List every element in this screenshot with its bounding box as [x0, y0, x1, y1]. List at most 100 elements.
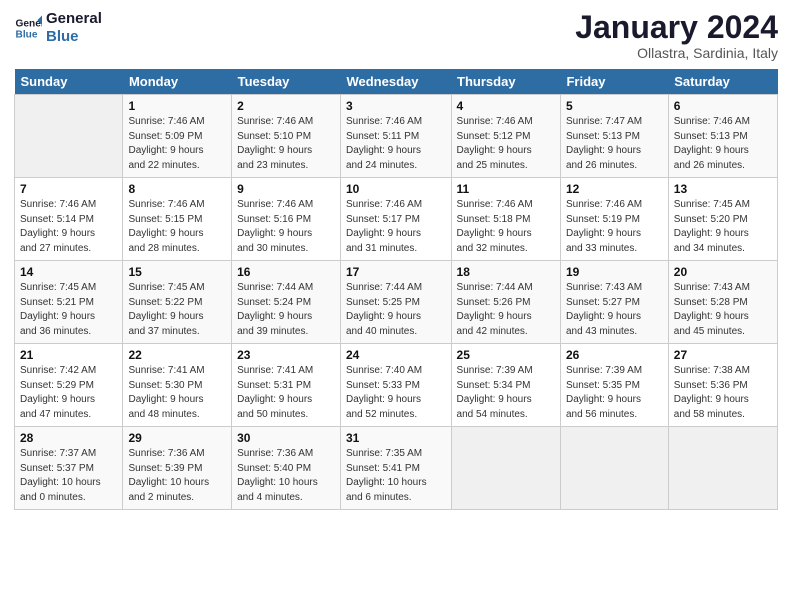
calendar-cell: 21 Sunrise: 7:42 AM Sunset: 5:29 PM Dayli… [15, 344, 123, 427]
day-number: 15 [128, 265, 226, 279]
day-number: 13 [674, 182, 772, 196]
day-info: Sunrise: 7:45 AM Sunset: 5:21 PM Dayligh… [20, 281, 117, 339]
day-info: Sunrise: 7:41 AM Sunset: 5:31 PM Dayligh… [237, 364, 335, 422]
day-info: Sunrise: 7:46 AM Sunset: 5:18 PM Dayligh… [457, 198, 555, 256]
calendar-cell: 29 Sunrise: 7:36 AM Sunset: 5:39 PM Dayli… [123, 427, 232, 510]
calendar-table: SundayMondayTuesdayWednesdayThursdayFrid… [14, 69, 778, 510]
day-info: Sunrise: 7:46 AM Sunset: 5:17 PM Dayligh… [346, 198, 446, 256]
calendar-cell: 16Sunrise: 7:44 AM Sunset: 5:24 PM Dayli… [232, 261, 341, 344]
day-header-tuesday: Tuesday [232, 69, 341, 95]
day-info: Sunrise: 7:37 AM Sunset: 5:37 PM Dayligh… [20, 447, 117, 505]
calendar-cell: 3Sunrise: 7:46 AM Sunset: 5:11 PM Daylig… [340, 95, 451, 178]
calendar-cell: 30 Sunrise: 7:36 AM Sunset: 5:40 PM Dayli… [232, 427, 341, 510]
day-info: Sunrise: 7:44 AM Sunset: 5:26 PM Dayligh… [457, 281, 555, 339]
day-info: Sunrise: 7:44 AM Sunset: 5:24 PM Dayligh… [237, 281, 335, 339]
day-number: 31 [346, 431, 446, 445]
day-number: 10 [346, 182, 446, 196]
logo: General Blue General Blue [14, 10, 102, 46]
day-number: 25 [457, 348, 555, 362]
day-info: Sunrise: 7:43 AM Sunset: 5:27 PM Dayligh… [566, 281, 663, 339]
calendar-cell: 8Sunrise: 7:46 AM Sunset: 5:15 PM Daylig… [123, 178, 232, 261]
day-header-saturday: Saturday [668, 69, 777, 95]
day-number: 6 [674, 99, 772, 113]
day-number: 11 [457, 182, 555, 196]
calendar-cell: 18 Sunrise: 7:44 AM Sunset: 5:26 PM Dayli… [451, 261, 560, 344]
header-row: SundayMondayTuesdayWednesdayThursdayFrid… [15, 69, 778, 95]
calendar-cell: 22 Sunrise: 7:41 AM Sunset: 5:30 PM Dayli… [123, 344, 232, 427]
calendar-cell: 28 Sunrise: 7:37 AM Sunset: 5:37 PM Dayli… [15, 427, 123, 510]
day-number: 18 [457, 265, 555, 279]
calendar-cell: 1 Sunrise: 7:46 AM Sunset: 5:09 PM Daylig… [123, 95, 232, 178]
day-info: Sunrise: 7:36 AM Sunset: 5:39 PM Dayligh… [128, 447, 226, 505]
day-number: 28 [20, 431, 117, 445]
day-info: Sunrise: 7:46 AM Sunset: 5:09 PM Dayligh… [128, 115, 226, 173]
day-info: Sunrise: 7:46 AM Sunset: 5:19 PM Dayligh… [566, 198, 663, 256]
logo-line2: Blue [46, 28, 102, 46]
day-header-friday: Friday [560, 69, 668, 95]
day-number: 5 [566, 99, 663, 113]
calendar-cell [560, 427, 668, 510]
day-number: 21 [20, 348, 117, 362]
day-info: Sunrise: 7:46 AM Sunset: 5:15 PM Dayligh… [128, 198, 226, 256]
calendar-cell: 31 Sunrise: 7:35 AM Sunset: 5:41 PM Dayli… [340, 427, 451, 510]
day-number: 20 [674, 265, 772, 279]
day-info: Sunrise: 7:46 AM Sunset: 5:11 PM Dayligh… [346, 115, 446, 173]
calendar-cell [451, 427, 560, 510]
day-number: 30 [237, 431, 335, 445]
day-info: Sunrise: 7:35 AM Sunset: 5:41 PM Dayligh… [346, 447, 446, 505]
calendar-cell: 23 Sunrise: 7:41 AM Sunset: 5:31 PM Dayli… [232, 344, 341, 427]
calendar-cell [668, 427, 777, 510]
calendar-cell: 7 Sunrise: 7:46 AM Sunset: 5:14 PM Daylig… [15, 178, 123, 261]
day-number: 29 [128, 431, 226, 445]
calendar-cell: 19 Sunrise: 7:43 AM Sunset: 5:27 PM Dayli… [560, 261, 668, 344]
month-title: January 2024 [575, 10, 778, 45]
day-info: Sunrise: 7:42 AM Sunset: 5:29 PM Dayligh… [20, 364, 117, 422]
calendar-cell: 27Sunrise: 7:38 AM Sunset: 5:36 PM Dayli… [668, 344, 777, 427]
day-info: Sunrise: 7:44 AM Sunset: 5:25 PM Dayligh… [346, 281, 446, 339]
calendar-cell: 6 Sunrise: 7:46 AM Sunset: 5:13 PM Daylig… [668, 95, 777, 178]
day-info: Sunrise: 7:39 AM Sunset: 5:35 PM Dayligh… [566, 364, 663, 422]
title-block: January 2024 Ollastra, Sardinia, Italy [575, 10, 778, 61]
calendar-cell: 26 Sunrise: 7:39 AM Sunset: 5:35 PM Dayli… [560, 344, 668, 427]
day-info: Sunrise: 7:46 AM Sunset: 5:13 PM Dayligh… [674, 115, 772, 173]
day-info: Sunrise: 7:47 AM Sunset: 5:13 PM Dayligh… [566, 115, 663, 173]
week-row-0: 1 Sunrise: 7:46 AM Sunset: 5:09 PM Daylig… [15, 95, 778, 178]
day-info: Sunrise: 7:46 AM Sunset: 5:14 PM Dayligh… [20, 198, 117, 256]
calendar-cell: 15 Sunrise: 7:45 AM Sunset: 5:22 PM Dayli… [123, 261, 232, 344]
week-row-3: 21 Sunrise: 7:42 AM Sunset: 5:29 PM Dayli… [15, 344, 778, 427]
day-number: 23 [237, 348, 335, 362]
calendar-cell: 11 Sunrise: 7:46 AM Sunset: 5:18 PM Dayli… [451, 178, 560, 261]
day-number: 1 [128, 99, 226, 113]
day-info: Sunrise: 7:36 AM Sunset: 5:40 PM Dayligh… [237, 447, 335, 505]
day-number: 24 [346, 348, 446, 362]
day-number: 17 [346, 265, 446, 279]
day-info: Sunrise: 7:38 AM Sunset: 5:36 PM Dayligh… [674, 364, 772, 422]
week-row-1: 7 Sunrise: 7:46 AM Sunset: 5:14 PM Daylig… [15, 178, 778, 261]
day-header-wednesday: Wednesday [340, 69, 451, 95]
day-number: 9 [237, 182, 335, 196]
day-info: Sunrise: 7:41 AM Sunset: 5:30 PM Dayligh… [128, 364, 226, 422]
day-info: Sunrise: 7:43 AM Sunset: 5:28 PM Dayligh… [674, 281, 772, 339]
calendar-cell: 12Sunrise: 7:46 AM Sunset: 5:19 PM Dayli… [560, 178, 668, 261]
page-container: General Blue General Blue January 2024 O… [0, 0, 792, 520]
day-number: 14 [20, 265, 117, 279]
header: General Blue General Blue January 2024 O… [14, 10, 778, 61]
day-number: 2 [237, 99, 335, 113]
day-info: Sunrise: 7:39 AM Sunset: 5:34 PM Dayligh… [457, 364, 555, 422]
day-info: Sunrise: 7:46 AM Sunset: 5:10 PM Dayligh… [237, 115, 335, 173]
day-number: 7 [20, 182, 117, 196]
calendar-cell: 20 Sunrise: 7:43 AM Sunset: 5:28 PM Dayli… [668, 261, 777, 344]
calendar-cell: 14 Sunrise: 7:45 AM Sunset: 5:21 PM Dayli… [15, 261, 123, 344]
calendar-cell: 4Sunrise: 7:46 AM Sunset: 5:12 PM Daylig… [451, 95, 560, 178]
day-number: 19 [566, 265, 663, 279]
day-info: Sunrise: 7:45 AM Sunset: 5:22 PM Dayligh… [128, 281, 226, 339]
day-number: 22 [128, 348, 226, 362]
subtitle: Ollastra, Sardinia, Italy [575, 45, 778, 61]
day-info: Sunrise: 7:46 AM Sunset: 5:16 PM Dayligh… [237, 198, 335, 256]
calendar-cell [15, 95, 123, 178]
calendar-cell: 25 Sunrise: 7:39 AM Sunset: 5:34 PM Dayli… [451, 344, 560, 427]
day-number: 26 [566, 348, 663, 362]
svg-text:Blue: Blue [16, 29, 38, 40]
calendar-cell: 10 Sunrise: 7:46 AM Sunset: 5:17 PM Dayli… [340, 178, 451, 261]
day-header-thursday: Thursday [451, 69, 560, 95]
